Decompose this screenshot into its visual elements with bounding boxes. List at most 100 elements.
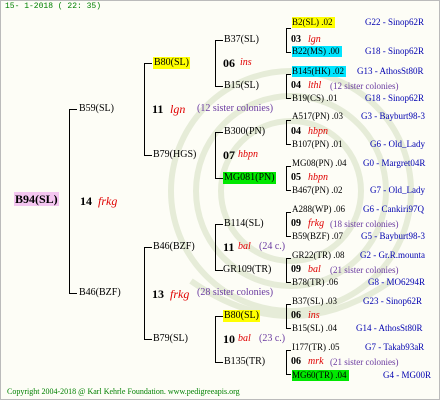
connector [286,166,291,167]
connector [215,224,216,270]
g1-breed: lgn [170,102,186,116]
connector [286,212,291,213]
g3-colony-id: B37(SL) [224,34,259,45]
g2-breed: bal [238,241,251,252]
connector [286,350,287,374]
g1-colony-id: B46(BZF) [79,287,121,298]
g4-colony: GR22(TR) .08 [292,250,345,261]
g4-year: .00 [328,46,340,56]
g4-colony-id: GR22(TR) [292,250,331,260]
connector [286,304,287,328]
connector [69,293,77,294]
g3-colony-id: GR109(TR) [223,264,272,275]
g1-breed: frkg [170,287,190,301]
connector [286,258,287,282]
g4-colony-id: B15(SL) [292,323,324,333]
g1-sister-colonies: (28 sister colonies) [197,287,274,298]
g4-year: .04 [335,158,347,168]
g1-colony-id: B59(SL) [79,103,114,114]
connector [286,120,287,144]
g4-colony-id: MG60(TR) [292,370,333,380]
connector [286,282,291,283]
g3-colony-id: B135(TR) [224,356,266,367]
g4-colony: B145(HK) .02 [292,66,346,77]
g4-colony: A517(PN) .03 [292,111,343,122]
g2-generation: 11 [223,240,235,254]
connector [215,316,216,362]
g3-breed: ins [308,310,320,321]
g4-reference: G6 - Old_Lady [370,139,425,149]
g4-year: .06 [333,204,345,214]
connector [286,304,291,305]
g4-reference: G14 - AthosSt80R [356,323,423,333]
g3-sister-colonies: (21 sister colonies) [330,265,399,275]
connector [215,270,223,271]
connector [286,74,291,75]
g3-generation: 04 [291,126,301,137]
g2-colony-id: B46(BZF) [153,241,195,252]
g4-colony-id: B22(MS) [292,46,327,56]
g4-colony: B59(BZF) .07 [292,231,343,242]
g4-colony: B37(SL) .03 [292,296,337,307]
g4-colony: B467(PN) .02 [292,185,343,196]
connector [144,63,152,64]
g3-colony-id: B300(PN) [224,126,266,137]
g2-colony-id: B79(SL) [153,333,188,344]
connector [215,86,223,87]
g4-year: .02 [332,66,344,76]
g2-generation: 07 [223,148,235,162]
connector [286,190,291,191]
g4-colony-id: A288(WP) [292,204,332,214]
connector [286,74,287,98]
pedigree-chart: 15- 1-2018 ( 22: 35) B94(SL) 14 frkg B59… [0,0,440,400]
g4-year: .04 [335,370,347,380]
copyright-footer: Copyright 2004-2018 @ Karl Kehrle Founda… [7,387,240,396]
g3-breed: lthl [308,80,322,91]
g3-breed: mrk [308,356,324,367]
g2-generation: 06 [223,56,235,70]
g3-generation: 04 [291,80,301,91]
g2-colony-id: B79(HGS) [153,149,197,160]
connector [215,178,223,179]
g4-colony-id: B59(BZF) [292,231,330,241]
g2-generation: 10 [223,332,235,346]
g4-year: .02 [331,185,343,195]
g3-breed: bal [308,264,321,275]
g4-year: .05 [328,342,340,352]
g4-colony: B22(MS) .00 [292,46,342,57]
connector [144,63,145,155]
g4-reference: G13 - AthosSt80R [357,66,424,76]
g4-colony-id: B37(SL) [292,296,324,306]
g3-breed: hbpn [308,126,328,137]
g4-year: .06 [326,277,338,287]
g4-colony-id: A517(PN) [292,111,330,121]
connector [286,120,291,121]
g4-reference: G22 - Sinop62R [365,17,425,27]
g4-year: .07 [331,231,344,241]
g4-colony: B2(SL) .02 [292,17,335,28]
header-date: 15- 1-2018 ( 22: 35) [5,2,102,11]
connector [215,40,216,86]
g4-colony: A288(WP) .06 [292,204,345,215]
g3-breed: frkg [308,218,325,229]
connector [286,28,291,29]
g4-colony: B107(PN) .01 [292,139,343,150]
connector [286,212,287,236]
g4-colony-id: I177(TR) [292,342,326,352]
connector [286,144,291,145]
g4-colony: I177(TR) .05 [292,342,340,353]
g4-reference: G6 - Cankiri97Q [363,204,424,214]
g4-year: .04 [325,323,337,333]
g4-reference: G18 - Sinop62R [365,93,425,103]
g4-year: .01 [331,139,343,149]
g4-colony: MG60(TR) .04 [292,370,349,381]
g3-sister-colonies: (12 sister colonies) [330,81,399,91]
g3-generation: 09 [291,218,301,229]
g3-generation: 06 [291,356,301,367]
connector [144,247,145,339]
g4-colony: MG08(PN) .04 [292,158,347,169]
connector [215,40,223,41]
g2-breed: hbpn [238,149,258,160]
g3-colony-id: B15(SL) [224,80,259,91]
connector [286,236,291,237]
